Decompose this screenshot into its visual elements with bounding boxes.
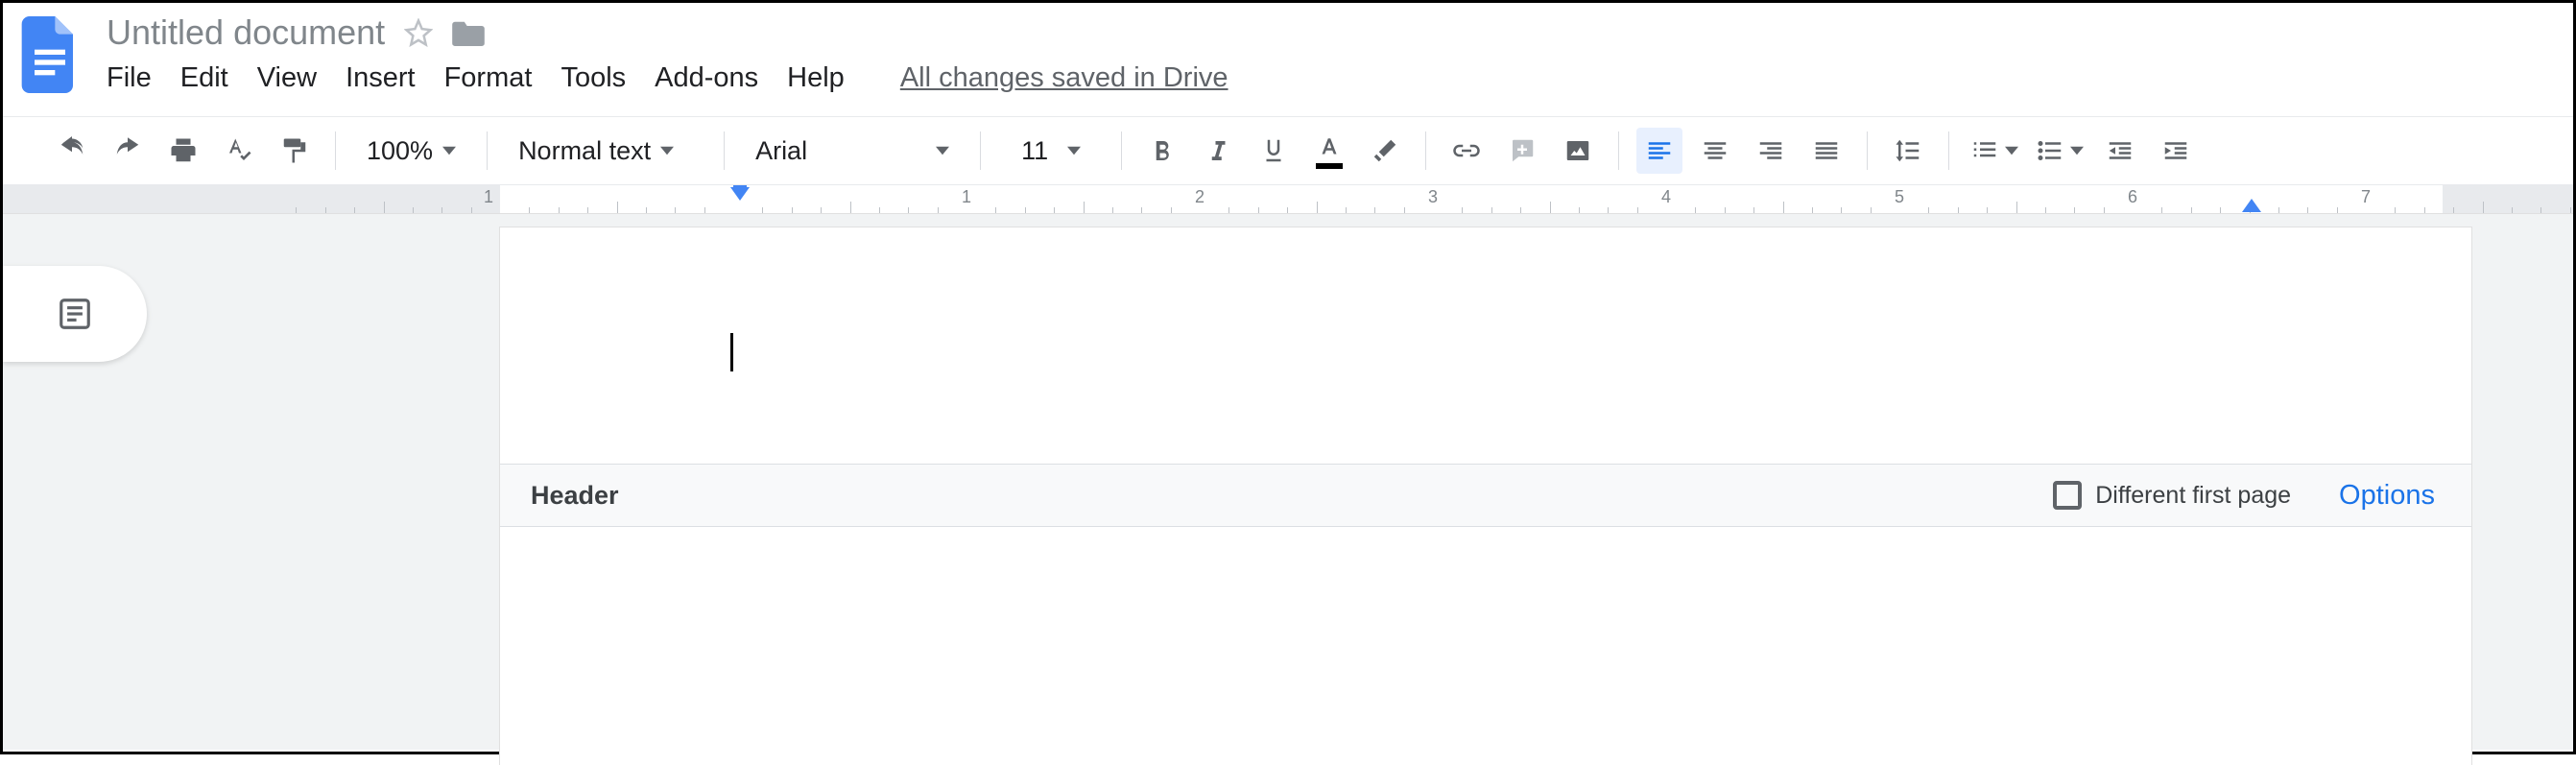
right-indent-marker[interactable] <box>2242 199 2261 212</box>
paragraph-style-dropdown[interactable]: Normal text <box>505 136 706 166</box>
undo-button[interactable] <box>49 128 95 174</box>
caret-down-icon <box>442 146 456 155</box>
align-right-button[interactable] <box>1748 128 1794 174</box>
caret-down-icon <box>660 146 674 155</box>
header-options-bar: Header Different first page Options <box>500 464 2471 527</box>
star-icon[interactable] <box>404 18 433 47</box>
separator <box>724 131 725 170</box>
font-size-dropdown[interactable]: 11 <box>998 136 1104 166</box>
separator <box>1948 131 1949 170</box>
insert-link-button[interactable] <box>1443 128 1490 174</box>
header-options-button[interactable]: Options <box>2339 480 2435 512</box>
caret-down-icon <box>1067 146 1081 155</box>
separator <box>1867 131 1868 170</box>
insert-image-button[interactable] <box>1555 128 1601 174</box>
align-justify-button[interactable] <box>1803 128 1849 174</box>
menu-help[interactable]: Help <box>787 62 845 94</box>
separator <box>1425 131 1426 170</box>
docs-logo-icon[interactable] <box>20 16 80 99</box>
left-indent-marker[interactable] <box>730 187 750 201</box>
align-center-button[interactable] <box>1692 128 1738 174</box>
separator <box>980 131 981 170</box>
menu-file[interactable]: File <box>107 62 152 94</box>
font-size-value: 11 <box>1012 136 1058 166</box>
increase-indent-button[interactable] <box>2153 128 2199 174</box>
bulleted-list-button[interactable] <box>2032 136 2087 165</box>
caret-down-icon <box>936 146 949 155</box>
text-cursor <box>730 333 733 371</box>
zoom-value: 100% <box>367 136 433 166</box>
menu-view[interactable]: View <box>257 62 317 94</box>
separator <box>487 131 488 170</box>
decrease-indent-button[interactable] <box>2097 128 2143 174</box>
numbered-list-button[interactable] <box>1967 136 2022 165</box>
header-label: Header <box>531 481 619 511</box>
menu-bar: File Edit View Insert Format Tools Add-o… <box>107 62 1228 94</box>
menu-format[interactable]: Format <box>444 62 533 94</box>
separator <box>335 131 336 170</box>
paint-format-button[interactable] <box>272 128 318 174</box>
menu-tools[interactable]: Tools <box>561 62 626 94</box>
text-color-button[interactable] <box>1306 128 1352 174</box>
bold-button[interactable] <box>1139 128 1185 174</box>
menu-insert[interactable]: Insert <box>346 62 416 94</box>
caret-down-icon <box>2005 146 2018 155</box>
paragraph-style-value: Normal text <box>518 136 651 166</box>
document-title[interactable]: Untitled document <box>107 12 385 53</box>
line-spacing-button[interactable] <box>1885 128 1931 174</box>
horizontal-ruler[interactable]: 11234567 <box>3 185 2573 214</box>
spellcheck-button[interactable] <box>216 128 262 174</box>
document-page[interactable]: Header Different first page Options <box>500 227 2471 765</box>
italic-button[interactable] <box>1195 128 1241 174</box>
menu-edit[interactable]: Edit <box>180 62 228 94</box>
save-status[interactable]: All changes saved in Drive <box>900 62 1228 94</box>
title-bar: Untitled document File Edit View Insert … <box>3 3 2573 99</box>
highlight-color-button[interactable] <box>1362 128 1408 174</box>
different-first-page-label: Different first page <box>2095 482 2291 510</box>
toolbar: 100% Normal text Arial 11 <box>3 116 2573 185</box>
document-outline-button[interactable] <box>3 266 147 362</box>
underline-button[interactable] <box>1251 128 1297 174</box>
separator <box>1121 131 1122 170</box>
menu-addons[interactable]: Add-ons <box>655 62 758 94</box>
zoom-dropdown[interactable]: 100% <box>353 136 469 166</box>
insert-comment-button[interactable] <box>1499 128 1545 174</box>
align-left-button[interactable] <box>1636 128 1682 174</box>
workspace: 11234567 Header Different first page Opt… <box>3 185 2573 750</box>
header-edit-area[interactable] <box>500 227 2471 464</box>
different-first-page-checkbox[interactable] <box>2053 481 2082 510</box>
caret-down-icon <box>2070 146 2084 155</box>
redo-button[interactable] <box>105 128 151 174</box>
separator <box>1618 131 1619 170</box>
font-family-dropdown[interactable]: Arial <box>742 136 963 166</box>
print-button[interactable] <box>160 128 206 174</box>
font-family-value: Arial <box>755 136 807 166</box>
move-folder-icon[interactable] <box>452 19 485 46</box>
text-color-swatch <box>1316 163 1343 169</box>
